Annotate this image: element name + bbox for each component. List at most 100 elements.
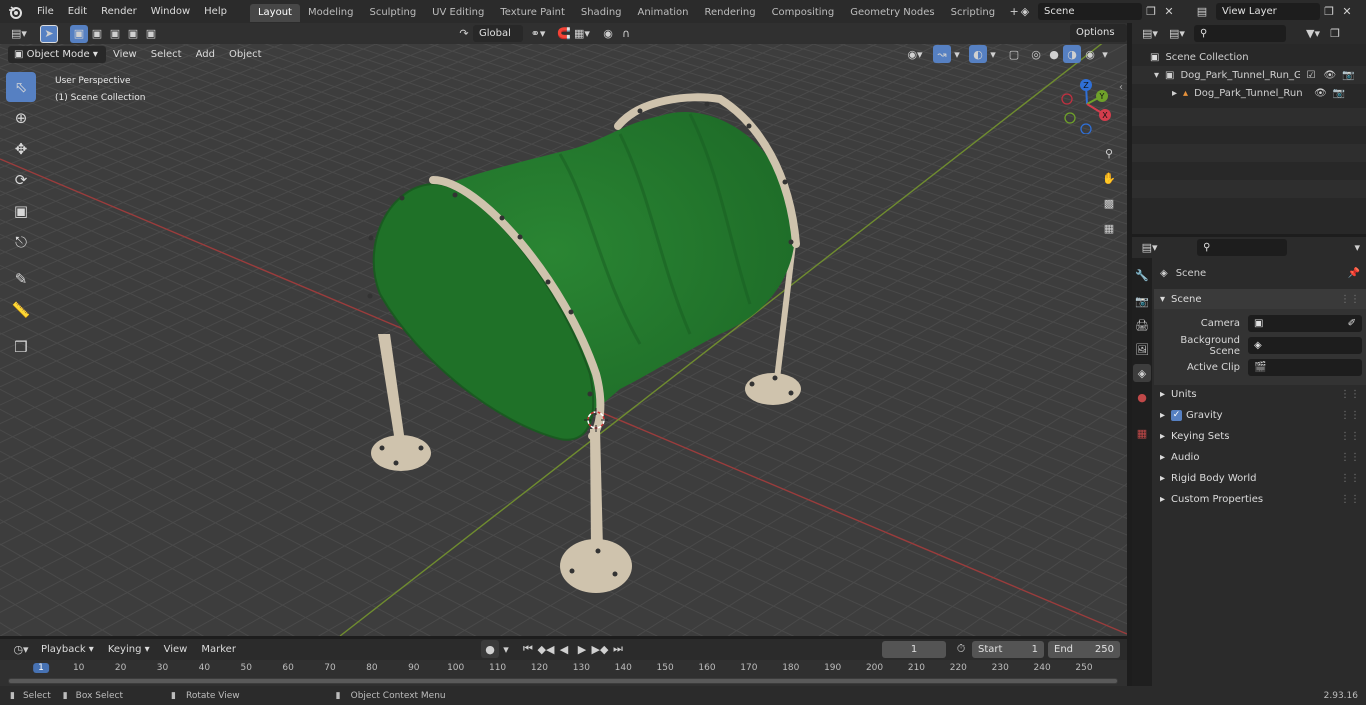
drag-handle-icon[interactable]: ⋮⋮	[1340, 294, 1360, 305]
sidebar-toggle-icon[interactable]: ‹	[1119, 82, 1123, 93]
panel-custom-properties[interactable]: ▸ Custom Properties ⋮⋮	[1154, 489, 1366, 509]
play-reverse-icon[interactable]: ◀	[555, 640, 573, 658]
zoom-icon[interactable]: ⚲	[1098, 142, 1120, 164]
eye-icon[interactable]: 👁	[1323, 70, 1336, 81]
tool-select-box-icon[interactable]: ⬁	[6, 72, 36, 102]
snap-icon[interactable]: 🧲	[555, 24, 573, 42]
visibility-icon[interactable]: ◉▾	[903, 45, 927, 63]
menu-playback[interactable]: Playback ▾	[34, 638, 101, 661]
tab-sculpting[interactable]: Sculpting	[361, 4, 424, 22]
menu-help[interactable]: Help	[197, 0, 234, 23]
outliner-editor-icon[interactable]: ▤▾	[1136, 25, 1164, 43]
tool-cursor-icon[interactable]: ⊕	[6, 103, 36, 133]
current-frame-field[interactable]: 1	[882, 641, 946, 658]
tool-transform-icon[interactable]: ⎋	[6, 227, 36, 257]
tab-animation[interactable]: Animation	[630, 4, 697, 22]
gizmo-dropdown-icon[interactable]: ▾	[951, 45, 963, 63]
menu-render[interactable]: Render	[94, 0, 144, 23]
delete-scene-icon[interactable]: ✕	[1160, 2, 1178, 20]
object-mode-select[interactable]: ▣ Object Mode ▾	[8, 46, 106, 63]
mode-invert-icon[interactable]: ▣	[124, 25, 142, 43]
tool-move-icon[interactable]: ✥	[6, 134, 36, 164]
menu-file[interactable]: File	[30, 0, 61, 23]
record-icon[interactable]: ●	[481, 640, 499, 658]
tab-tool-icon[interactable]: 🔧	[1133, 266, 1151, 284]
drag-handle-icon[interactable]: ⋮⋮	[1340, 494, 1360, 505]
menu-object[interactable]: Object	[222, 44, 269, 66]
panel-scene-header[interactable]: ▾ Scene ⋮⋮	[1154, 289, 1366, 309]
menu-timeline-view[interactable]: View	[157, 638, 195, 661]
tool-rotate-icon[interactable]: ⟳	[6, 165, 36, 195]
mode-intersect-icon[interactable]: ▣	[142, 25, 160, 43]
record-options-icon[interactable]: ▾	[499, 640, 513, 658]
delete-view-layer-icon[interactable]: ✕	[1338, 2, 1356, 20]
background-scene-field[interactable]: ◈	[1248, 337, 1362, 354]
tab-compositing[interactable]: Compositing	[764, 4, 843, 22]
tab-geometry-nodes[interactable]: Geometry Nodes	[842, 4, 942, 22]
scene-icon[interactable]: ◈	[1012, 2, 1038, 20]
select-tool-icon[interactable]: ➤	[40, 24, 58, 43]
menu-window[interactable]: Window	[144, 0, 197, 23]
eyedropper-icon[interactable]: ✐	[1348, 315, 1356, 332]
shading-material-icon[interactable]: ◑	[1063, 45, 1081, 63]
xray-icon[interactable]: ▢	[1005, 45, 1023, 63]
tab-world-icon[interactable]: ●	[1133, 388, 1151, 406]
mode-subtract-icon[interactable]: ▣	[106, 25, 124, 43]
timeline-scrollbar-thumb[interactable]	[9, 679, 1117, 683]
drag-handle-icon[interactable]: ⋮⋮	[1340, 473, 1360, 484]
current-frame-marker[interactable]: 1	[33, 663, 49, 673]
pan-hand-icon[interactable]: ✋	[1098, 167, 1120, 189]
transform-orientation-select[interactable]: Global ▾	[473, 24, 523, 56]
menu-select[interactable]: Select	[144, 44, 189, 66]
shading-solid-icon[interactable]: ●	[1045, 45, 1063, 63]
end-frame-field[interactable]: End 250	[1048, 641, 1120, 658]
exclude-checkbox-icon[interactable]: ☑	[1306, 70, 1315, 81]
outliner-item-collection[interactable]: ▾ ▣ Dog_Park_Tunnel_Run_Green ☑ 👁 📷	[1132, 66, 1366, 84]
active-clip-field[interactable]: 🎬	[1248, 359, 1362, 376]
panel-units[interactable]: ▸ Units ⋮⋮	[1154, 384, 1366, 404]
proportional-edit-icon[interactable]: ◉	[599, 24, 617, 42]
transform-orientation-icon[interactable]: ↷	[455, 24, 473, 42]
overlay-toggle-icon[interactable]: ◐	[969, 45, 987, 63]
tab-scripting[interactable]: Scripting	[943, 4, 1003, 22]
3d-viewport[interactable]: ▣ Object Mode ▾ View Select Add Object ◉…	[0, 44, 1127, 636]
pivot-icon[interactable]: ⚭▾	[529, 24, 547, 42]
blender-logo-icon[interactable]	[0, 0, 30, 23]
navigation-gizmo[interactable]: Z Y X	[1057, 74, 1117, 135]
editor-type-icon[interactable]: ▤▾	[6, 25, 32, 43]
next-keyframe-icon[interactable]: ▶◆	[591, 640, 609, 658]
drag-handle-icon[interactable]: ⋮⋮	[1340, 452, 1360, 463]
tab-rendering[interactable]: Rendering	[696, 4, 763, 22]
menu-marker[interactable]: Marker	[194, 638, 243, 661]
tab-texture-paint[interactable]: Texture Paint	[492, 4, 573, 22]
properties-options-icon[interactable]: ▾	[1349, 239, 1366, 257]
overlay-dropdown-icon[interactable]: ▾	[987, 45, 999, 63]
camera-field[interactable]: ▣ ✐	[1248, 315, 1362, 332]
shading-wireframe-icon[interactable]: ◎	[1027, 45, 1045, 63]
outliner-display-mode-icon[interactable]: ▤▾	[1164, 25, 1190, 43]
camera-render-icon[interactable]: 📷	[1342, 70, 1354, 81]
tab-render-icon[interactable]: 📷	[1133, 292, 1151, 310]
new-scene-icon[interactable]: ❐	[1142, 2, 1160, 20]
tool-measure-icon[interactable]: 📏	[6, 295, 36, 325]
drag-handle-icon[interactable]: ⋮⋮	[1340, 389, 1360, 400]
jump-end-icon[interactable]: ⏭	[609, 640, 627, 658]
properties-editor-icon[interactable]: ▤▾	[1136, 239, 1163, 257]
jump-start-icon[interactable]: ⏮	[519, 640, 537, 658]
menu-view[interactable]: View	[106, 44, 144, 66]
preview-range-icon[interactable]: ⏱	[952, 640, 970, 658]
menu-add[interactable]: Add	[189, 44, 222, 66]
tool-scale-icon[interactable]: ▣	[6, 196, 36, 226]
menu-keying[interactable]: Keying ▾	[101, 638, 157, 661]
tab-modeling[interactable]: Modeling	[300, 4, 362, 22]
gizmo-toggle-icon[interactable]: ↝	[933, 45, 951, 63]
tab-shading[interactable]: Shading	[573, 4, 630, 22]
outliner-filter-icon[interactable]: ▼▾	[1300, 25, 1326, 43]
outliner-new-collection-icon[interactable]: ❐	[1326, 25, 1344, 43]
eye-icon[interactable]: 👁	[1314, 88, 1327, 99]
play-icon[interactable]: ▶	[573, 640, 591, 658]
panel-audio[interactable]: ▸ Audio ⋮⋮	[1154, 447, 1366, 467]
tab-output-icon[interactable]: 🖨	[1133, 316, 1151, 334]
new-view-layer-icon[interactable]: ❐	[1320, 2, 1338, 20]
mode-extend-icon[interactable]: ▣	[88, 25, 106, 43]
